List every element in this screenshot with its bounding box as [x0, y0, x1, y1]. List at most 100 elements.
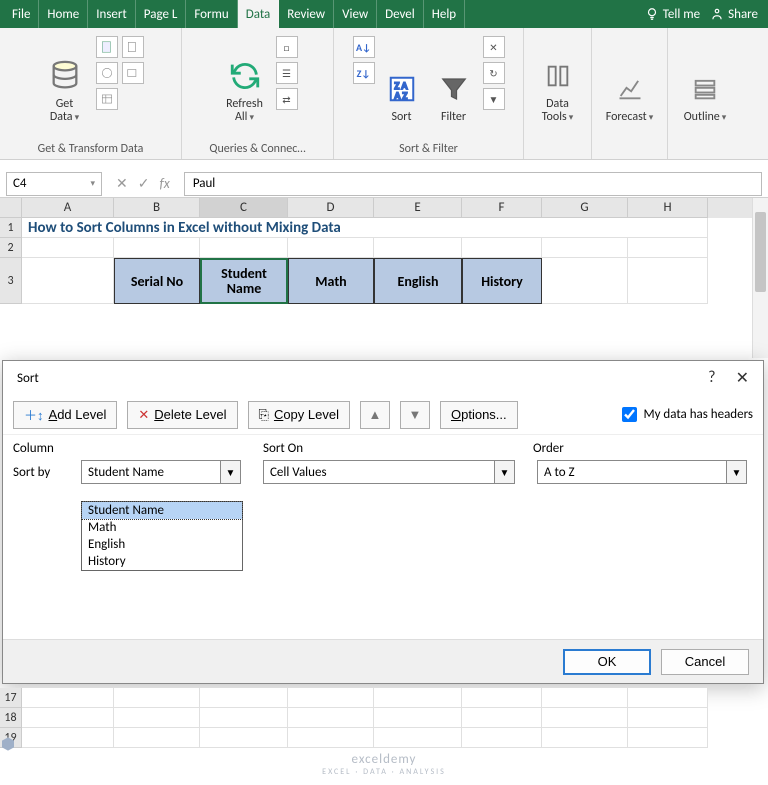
cell[interactable] — [542, 258, 628, 304]
clear-filter-button[interactable]: ✕ — [483, 36, 505, 58]
cell[interactable] — [374, 708, 462, 728]
row-header[interactable]: 2 — [0, 238, 22, 258]
cancel-icon[interactable]: ✕ — [116, 175, 128, 192]
tab-formulas[interactable]: Formu — [186, 0, 237, 28]
get-data-button[interactable]: Get Data — [38, 30, 92, 126]
tab-page[interactable]: Page L — [136, 0, 187, 28]
cell[interactable] — [628, 258, 708, 304]
tab-file[interactable]: File — [4, 0, 39, 28]
existing-conn-button[interactable] — [122, 62, 144, 84]
ok-button[interactable]: OK — [563, 649, 651, 675]
add-level-button[interactable]: ＋↕Add Level — [13, 401, 117, 429]
tab-devel[interactable]: Devel — [377, 0, 424, 28]
sorton-combo[interactable]: Cell Values ▼ — [263, 460, 515, 484]
tab-home[interactable]: Home — [39, 0, 88, 28]
formula-input[interactable]: Paul — [184, 172, 762, 196]
row-header[interactable]: 18 — [0, 708, 22, 728]
tab-data[interactable]: Data — [238, 0, 280, 28]
tab-help[interactable]: Help — [424, 0, 465, 28]
cell[interactable] — [374, 688, 462, 708]
cell[interactable] — [628, 688, 708, 708]
recent-sources-button[interactable] — [122, 36, 144, 58]
cell[interactable] — [22, 258, 114, 304]
column-header[interactable]: C — [200, 198, 288, 218]
cell[interactable] — [200, 238, 288, 258]
cell[interactable] — [462, 238, 542, 258]
cell[interactable] — [114, 238, 200, 258]
cell[interactable] — [200, 688, 288, 708]
dropdown-option[interactable]: Student Name — [82, 502, 242, 519]
copy-level-button[interactable]: ⎘Copy Level — [248, 401, 350, 429]
tell-me[interactable]: Tell me — [645, 7, 700, 22]
table-header-cell[interactable]: Student Name — [200, 258, 288, 304]
from-web-button[interactable] — [96, 62, 118, 84]
close-icon[interactable]: ✕ — [736, 368, 749, 388]
chevron-down-icon[interactable]: ▼ — [494, 461, 514, 483]
sortby-combo[interactable]: Student Name ▼ — [81, 460, 241, 484]
advanced-filter-button[interactable]: ▼ — [483, 88, 505, 110]
column-header[interactable]: G — [542, 198, 628, 218]
cancel-button[interactable]: Cancel — [661, 649, 749, 675]
cell[interactable] — [200, 708, 288, 728]
column-header[interactable]: A — [22, 198, 114, 218]
sort-desc-button[interactable]: Z↓ — [353, 62, 375, 84]
delete-level-button[interactable]: ✕Delete Level — [127, 401, 237, 429]
cell[interactable] — [22, 238, 114, 258]
row-header[interactable]: 17 — [0, 688, 22, 708]
refresh-all-button[interactable]: Refresh All — [218, 30, 272, 126]
cell[interactable] — [288, 688, 374, 708]
row-header[interactable]: 3 — [0, 258, 22, 304]
fx-icon[interactable]: fx — [159, 175, 169, 192]
vertical-scrollbar[interactable] — [752, 198, 768, 358]
from-text-button[interactable] — [96, 36, 118, 58]
cell[interactable] — [628, 708, 708, 728]
cell[interactable] — [114, 708, 200, 728]
options-button[interactable]: Options... — [440, 401, 518, 429]
table-header-cell[interactable]: Math — [288, 258, 374, 304]
cell[interactable] — [462, 708, 542, 728]
forecast-button[interactable]: Forecast — [598, 30, 662, 126]
column-header[interactable]: B — [114, 198, 200, 218]
cell[interactable] — [374, 238, 462, 258]
name-box[interactable]: C4 — [6, 172, 102, 196]
tab-view[interactable]: View — [334, 0, 377, 28]
cell[interactable] — [462, 688, 542, 708]
move-up-button[interactable]: ▲ — [360, 401, 390, 429]
cell[interactable] — [22, 688, 114, 708]
share-button[interactable]: Share — [710, 7, 758, 22]
dropdown-option[interactable]: Math — [82, 519, 242, 536]
move-down-button[interactable]: ▼ — [400, 401, 430, 429]
cell[interactable] — [628, 238, 708, 258]
filter-button[interactable]: Filter — [429, 30, 479, 126]
queries-button[interactable]: □ — [276, 36, 298, 58]
from-table-button[interactable] — [96, 88, 118, 110]
sort-asc-button[interactable]: A↓ — [353, 36, 375, 58]
cell[interactable] — [22, 708, 114, 728]
dropdown-option[interactable]: English — [82, 536, 242, 553]
table-header-cell[interactable]: English — [374, 258, 462, 304]
my-data-headers-checkbox[interactable]: My data has headers — [622, 407, 753, 422]
headers-check[interactable] — [622, 407, 637, 422]
column-header[interactable]: E — [374, 198, 462, 218]
column-header[interactable]: D — [288, 198, 374, 218]
tab-insert[interactable]: Insert — [88, 0, 136, 28]
sort-button[interactable]: Z AA Z Sort — [379, 30, 425, 126]
properties-button[interactable]: ☰ — [276, 62, 298, 84]
enter-icon[interactable]: ✓ — [138, 175, 150, 192]
cell[interactable] — [114, 688, 200, 708]
cell[interactable] — [288, 708, 374, 728]
dropdown-option[interactable]: History — [82, 553, 242, 570]
outline-button[interactable]: Outline — [674, 30, 736, 126]
cell[interactable] — [542, 708, 628, 728]
tab-review[interactable]: Review — [279, 0, 334, 28]
help-icon[interactable]: ? — [708, 368, 715, 388]
chevron-down-icon[interactable]: ▼ — [220, 461, 240, 483]
row-header[interactable]: 1 — [0, 218, 22, 238]
cell[interactable] — [542, 688, 628, 708]
edit-links-button[interactable]: ⇄ — [276, 88, 298, 110]
cell[interactable] — [542, 238, 628, 258]
chevron-down-icon[interactable]: ▼ — [726, 461, 746, 483]
reapply-button[interactable]: ↻ — [483, 62, 505, 84]
table-header-cell[interactable]: Serial No — [114, 258, 200, 304]
column-header[interactable]: F — [462, 198, 542, 218]
